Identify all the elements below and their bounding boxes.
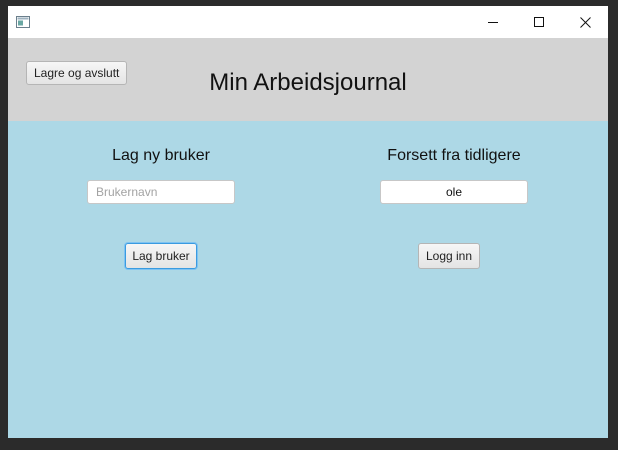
maximize-icon [534,17,544,27]
main-panel: Lag ny bruker Brukernavn Lag bruker Fors… [8,121,608,438]
app-header: Lagre og avslutt Min Arbeidsjournal [8,38,608,121]
page-title: Min Arbeidsjournal [8,68,608,98]
new-user-heading: Lag ny bruker [112,147,210,164]
minimize-button[interactable] [470,6,516,38]
existing-username-field[interactable]: ole [380,180,528,204]
continue-heading: Forsett fra tidligere [387,147,521,164]
screen-frame: Lagre og avslutt Min Arbeidsjournal Lag … [0,0,618,450]
close-icon [579,16,591,28]
existing-username-value: ole [445,185,462,199]
page-title-text: Min Arbeidsjournal [209,69,407,96]
maximize-button[interactable] [516,6,562,38]
app-window-icon [16,15,30,28]
create-user-button[interactable]: Lag bruker [125,243,197,269]
login-button[interactable]: Logg inn [418,243,480,269]
title-bar[interactable] [8,6,608,38]
minimize-icon [488,17,498,27]
new-username-field[interactable]: Brukernavn [87,180,235,204]
app-window: Lagre og avslutt Min Arbeidsjournal Lag … [8,6,608,438]
close-button[interactable] [562,6,608,38]
new-username-placeholder: Brukernavn [96,185,158,199]
